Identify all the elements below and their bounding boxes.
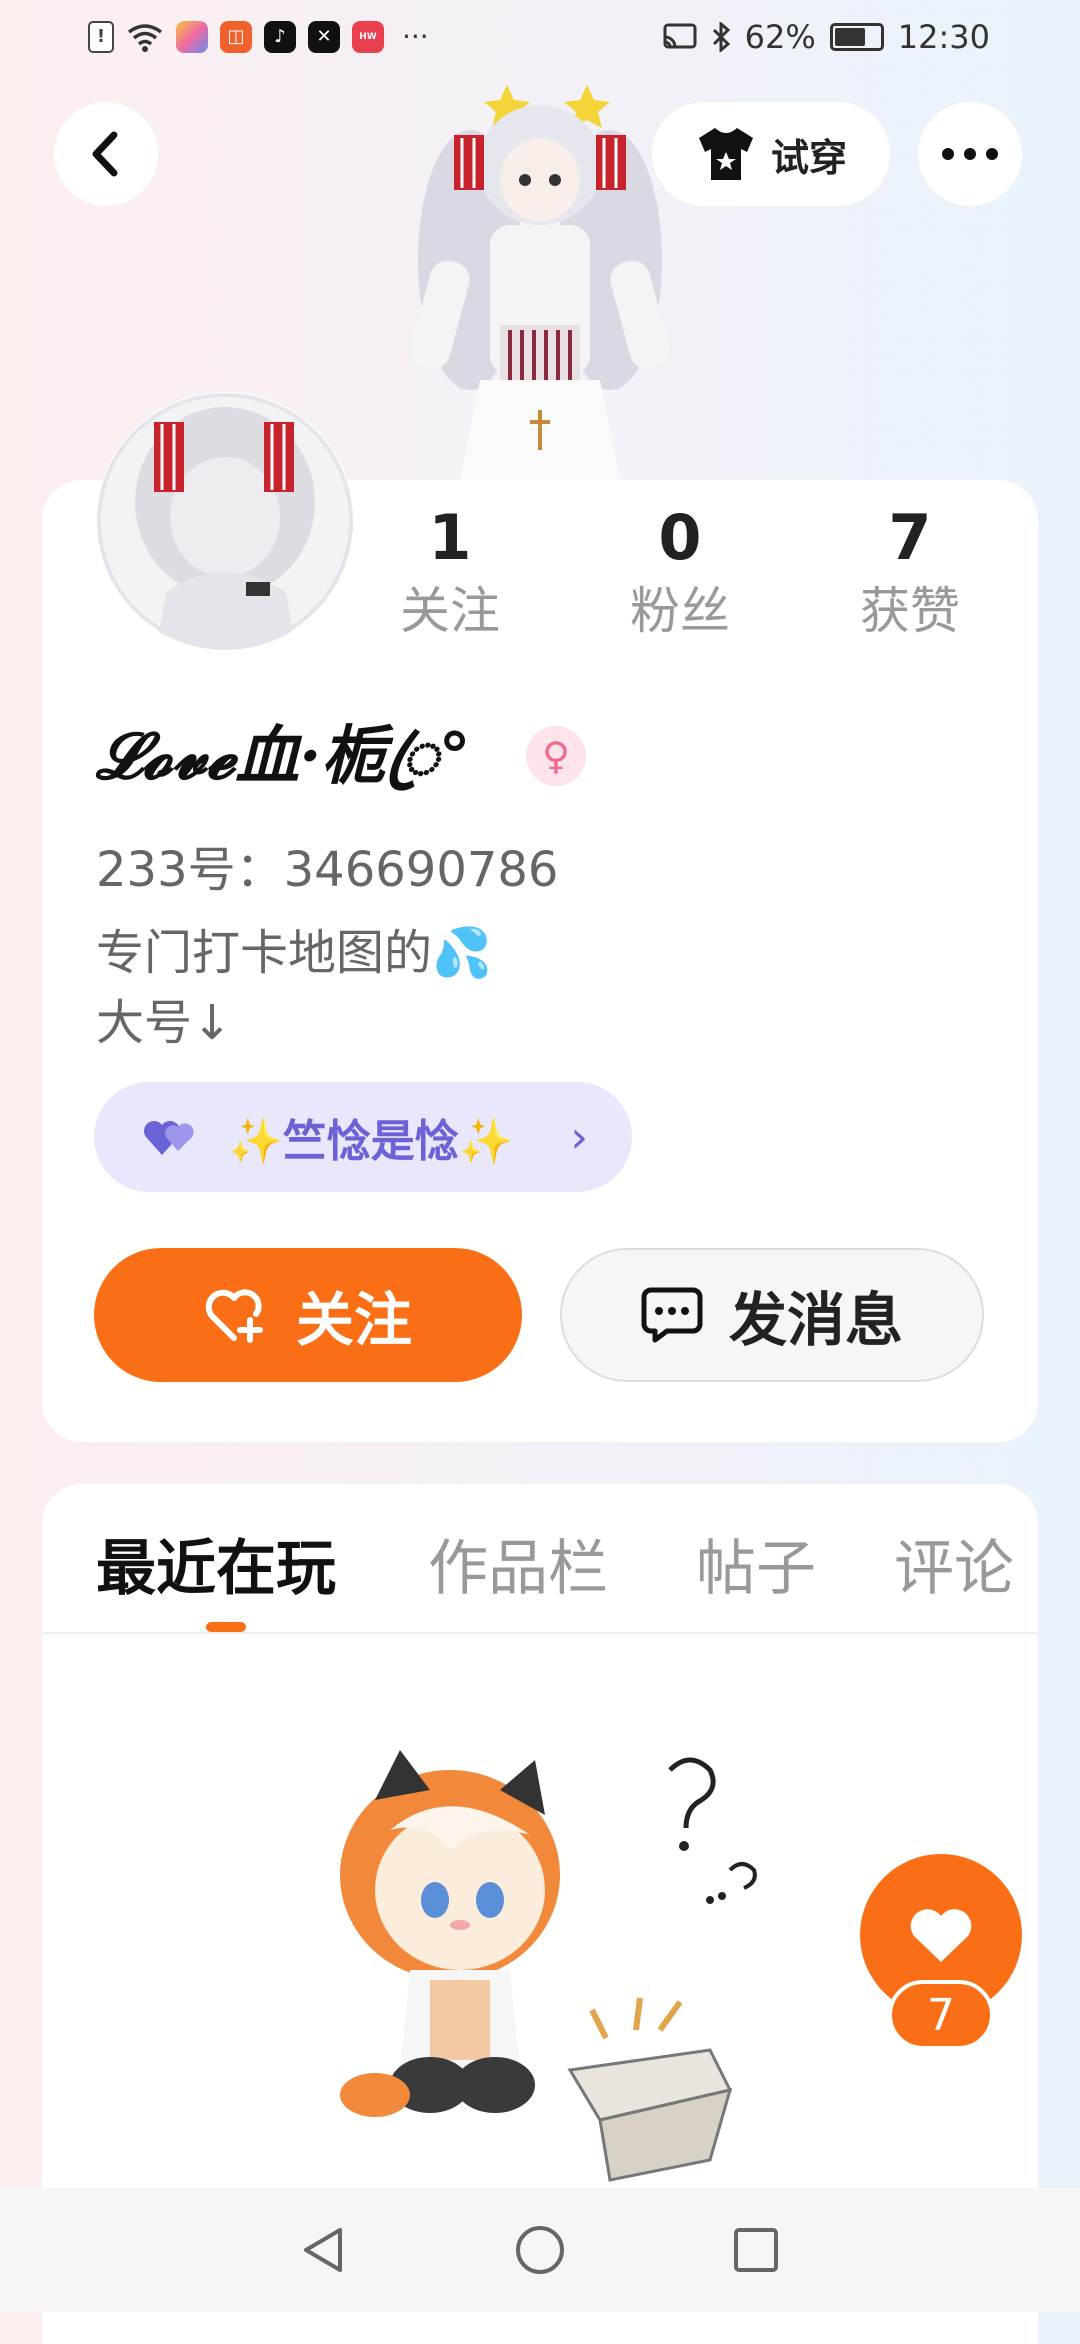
tiktok-icon: ♪ xyxy=(264,20,296,53)
stat-followers-label: 粉丝 xyxy=(630,582,730,640)
back-button[interactable] xyxy=(54,102,158,206)
stat-following[interactable]: 1 关注 xyxy=(350,500,550,646)
huawei-icon: HW xyxy=(352,20,384,53)
stat-likes-label: 获赞 xyxy=(860,582,960,640)
character-figure xyxy=(410,85,670,480)
status-overflow: ··· xyxy=(402,20,429,53)
tab-divider xyxy=(42,1632,1038,1634)
chevron-right-icon: › xyxy=(570,1112,588,1163)
bio: 专门打卡地图的💦 大号↓ xyxy=(96,925,492,1051)
tab-works[interactable]: 作品栏 xyxy=(428,1520,608,1607)
message-label: 发消息 xyxy=(728,1286,903,1354)
more-icon xyxy=(942,148,998,160)
nav-recents-icon[interactable] xyxy=(728,2222,784,2278)
empty-state-illustration xyxy=(340,1750,757,2182)
tab-posts[interactable]: 帖子 xyxy=(696,1520,816,1607)
battery-percent: 62% xyxy=(744,18,816,56)
chat-icon xyxy=(641,1287,703,1343)
message-button[interactable]: 发消息 xyxy=(560,1248,984,1382)
heart-icon xyxy=(910,1909,972,1962)
status-bar-system: 62% 12:30 xyxy=(663,18,990,56)
stat-followers-value: 0 xyxy=(658,501,702,574)
capcut-icon: ✕ xyxy=(308,20,340,53)
tab-comments[interactable]: 评论 xyxy=(894,1520,1014,1607)
cast-icon xyxy=(663,23,697,49)
nav-home-icon[interactable] xyxy=(512,2222,568,2278)
tab-recently-played[interactable]: 最近在玩 xyxy=(96,1520,336,1607)
wifi-icon xyxy=(127,23,163,52)
stat-likes-value: 7 xyxy=(888,501,932,574)
clock: 12:30 xyxy=(897,18,990,56)
group-tag-label: ✨竺惗是惗✨ xyxy=(228,1116,514,1167)
user-id: 233号：346690786 xyxy=(96,842,559,898)
bluetooth-icon xyxy=(712,22,730,52)
follow-label: 关注 xyxy=(295,1286,412,1354)
stat-following-label: 关注 xyxy=(400,582,500,640)
tab-indicator xyxy=(206,1622,246,1632)
nickname: 𝓛𝓸𝓿𝓮血·栀ꦿ° xyxy=(96,719,471,794)
hearts-icon xyxy=(144,1121,194,1155)
female-icon: ♀ xyxy=(526,726,586,786)
stat-followers[interactable]: 0 粉丝 xyxy=(580,500,780,646)
tshirt-icon xyxy=(698,128,753,180)
status-bar: ! ◫ ♪ ✕ HW ··· 62% 12:30 xyxy=(0,0,1080,80)
follow-button[interactable]: 关注 xyxy=(94,1248,522,1382)
likes-count-badge: 7 xyxy=(888,1980,994,2050)
chevron-left-icon xyxy=(92,131,118,177)
stat-following-value: 1 xyxy=(428,501,472,574)
avatar[interactable] xyxy=(96,392,354,650)
alert-icon: ! xyxy=(88,20,114,53)
heart-add-icon xyxy=(205,1289,263,1343)
group-tag[interactable]: ✨竺惗是惗✨ › xyxy=(94,1082,632,1192)
more-button[interactable] xyxy=(918,102,1022,206)
nav-back-icon[interactable] xyxy=(296,2222,352,2278)
battery-icon xyxy=(829,23,884,51)
try-on-label: 试穿 xyxy=(770,135,847,180)
app-icon-1 xyxy=(176,20,208,53)
stat-likes[interactable]: 7 获赞 xyxy=(810,500,1010,646)
system-nav-bar xyxy=(0,2188,1080,2312)
app-icon-2: ◫ xyxy=(220,20,252,53)
status-bar-app-icons: ! ◫ ♪ ✕ HW ··· xyxy=(88,20,429,53)
